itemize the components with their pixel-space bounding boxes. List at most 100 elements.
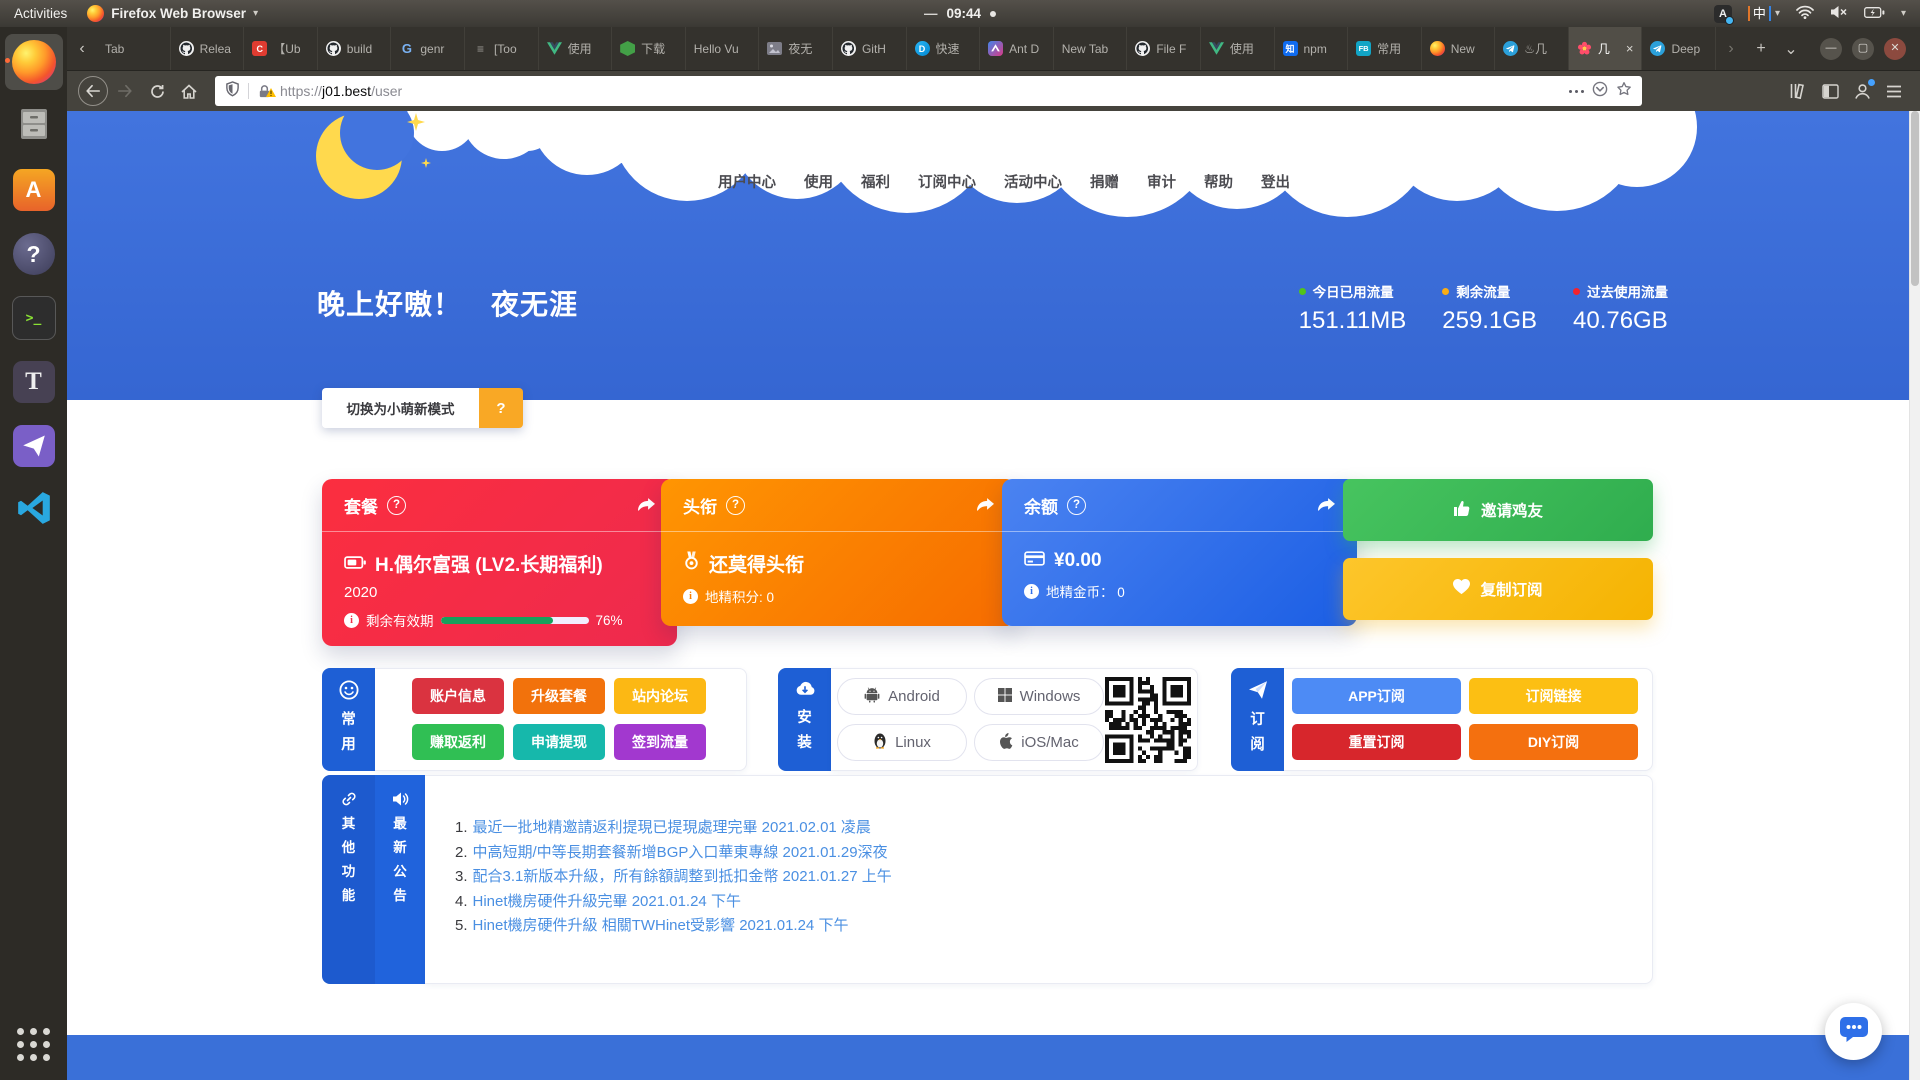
browser-tab[interactable]: build [318, 27, 392, 70]
help-icon[interactable]: ? [1067, 496, 1086, 515]
announcement-link[interactable]: Hinet機房硬件升級 相關TWHinet受影響 2021.01.24 下午 [473, 917, 849, 934]
browser-tab[interactable]: Relea [171, 27, 245, 70]
system-menu-caret[interactable]: ▾ [1901, 8, 1906, 19]
bookmark-star-icon[interactable] [1616, 81, 1632, 102]
nav-link[interactable]: 福利 [861, 171, 890, 192]
show-applications-button[interactable] [5, 1016, 63, 1072]
browser-tab[interactable]: C【Ub [244, 27, 318, 70]
app-menu[interactable]: Firefox Web Browser ▾ [87, 5, 258, 22]
browser-tab[interactable]: ♨几 [1495, 27, 1569, 70]
announcement-link[interactable]: 中高短期/中等長期套餐新增BGP入口華東專線 2021.01.29深夜 [473, 844, 888, 861]
input-method-icon[interactable]: A [1714, 5, 1732, 23]
subscribe-button[interactable]: DIY订阅 [1469, 724, 1638, 760]
browser-tab[interactable]: 知npm [1275, 27, 1349, 70]
new-tab-button[interactable]: + [1746, 27, 1776, 70]
dock-item-vscode[interactable] [5, 482, 63, 538]
common-button[interactable]: 账户信息 [412, 678, 504, 714]
nav-link[interactable]: 审计 [1147, 171, 1176, 192]
browser-tab[interactable]: GitH [833, 27, 907, 70]
tab-close-icon[interactable]: × [1626, 41, 1634, 56]
dock-item-text-editor[interactable]: T [5, 354, 63, 410]
page-scrollbar[interactable] [1909, 111, 1920, 1080]
browser-tab[interactable]: 下载 [612, 27, 686, 70]
sidebar-toggle-icon[interactable] [1814, 76, 1846, 106]
share-icon[interactable] [977, 498, 994, 513]
dock-item-help[interactable]: ? [5, 226, 63, 282]
tracking-shield-icon[interactable] [225, 81, 240, 102]
browser-tab[interactable]: File F [1127, 27, 1201, 70]
install-button-iosmac[interactable]: iOS/Mac [974, 724, 1104, 761]
browser-tab[interactable]: Ant D [980, 27, 1054, 70]
nav-link[interactable]: 使用 [804, 171, 833, 192]
subscribe-button[interactable]: 重置订阅 [1292, 724, 1461, 760]
dock-item-firefox[interactable] [5, 34, 63, 90]
pocket-icon[interactable] [1592, 81, 1608, 102]
list-tabs-button[interactable]: ⌄ [1776, 27, 1806, 70]
announcement-link[interactable]: 配合3.1新版本升級，所有餘額調整到抵扣金幣 2021.01.27 上午 [473, 868, 892, 885]
browser-tab[interactable]: New [1422, 27, 1496, 70]
scroll-tabs-left-button[interactable]: ‹ [67, 27, 97, 70]
nav-link[interactable]: 登出 [1261, 171, 1290, 192]
copy-subscription-button[interactable]: 复制订阅 [1343, 558, 1653, 620]
volume-muted-icon[interactable] [1830, 5, 1848, 22]
browser-tab[interactable]: Deep [1642, 27, 1716, 70]
subscribe-button[interactable]: 订阅链接 [1469, 678, 1638, 714]
browser-tab[interactable]: Tab [97, 27, 171, 70]
install-button-windows[interactable]: Windows [974, 678, 1104, 715]
account-icon[interactable] [1846, 76, 1878, 106]
tab-subscribe[interactable]: 订阅 [1231, 668, 1284, 771]
browser-tab[interactable]: 使用 [1201, 27, 1275, 70]
library-icon[interactable] [1782, 76, 1814, 106]
close-button[interactable]: ✕ [1884, 38, 1906, 60]
browser-tab[interactable]: ≡[Too [465, 27, 539, 70]
announcement-link[interactable]: Hinet機房硬件升級完畢 2021.01.24 下午 [473, 893, 741, 910]
menu-hamburger-icon[interactable] [1878, 76, 1910, 106]
activities-button[interactable]: Activities [14, 6, 67, 21]
nav-link[interactable]: 活动中心 [1004, 171, 1062, 192]
browser-tab[interactable]: Hello Vu [686, 27, 760, 70]
wifi-icon[interactable] [1796, 5, 1814, 22]
nav-link[interactable]: 帮助 [1204, 171, 1233, 192]
back-button[interactable] [77, 76, 109, 106]
browser-tab-active[interactable]: 几× [1569, 27, 1643, 70]
dock-item-send-app[interactable] [5, 418, 63, 474]
install-button-linux[interactable]: Linux [837, 724, 967, 761]
minimize-button[interactable]: — [1820, 38, 1842, 60]
keyboard-layout-indicator[interactable]: 中▾ [1748, 6, 1780, 21]
dock-item-files[interactable] [5, 98, 63, 154]
help-icon[interactable]: ? [726, 496, 745, 515]
dock-item-ubuntu-software[interactable]: A [5, 162, 63, 218]
reload-button[interactable] [141, 76, 173, 106]
mode-help-button[interactable]: ? [479, 388, 523, 428]
lock-warning-icon[interactable] [257, 84, 272, 99]
install-button-android[interactable]: Android [837, 678, 967, 715]
common-button[interactable]: 签到流量 [614, 724, 706, 760]
dock-item-terminal[interactable]: >_ [5, 290, 63, 346]
tab-install[interactable]: 安装 [778, 668, 831, 771]
browser-tab[interactable]: Ggenr [391, 27, 465, 70]
help-icon[interactable]: ? [387, 496, 406, 515]
battery-icon[interactable] [1864, 6, 1885, 21]
nav-link[interactable]: 捐赠 [1090, 171, 1119, 192]
browser-tab[interactable]: FB常用 [1348, 27, 1422, 70]
url-bar[interactable]: https://j01.best/user [215, 76, 1642, 106]
browser-tab[interactable]: 使用 [539, 27, 613, 70]
common-button[interactable]: 站内论坛 [614, 678, 706, 714]
share-icon[interactable] [1318, 498, 1335, 513]
browser-tab[interactable]: 夜无 [759, 27, 833, 70]
maximize-button[interactable]: ▢ [1852, 38, 1874, 60]
switch-newbie-mode-button[interactable]: 切换为小萌新模式 [322, 388, 479, 428]
home-button[interactable] [173, 76, 205, 106]
invite-friends-button[interactable]: 邀请鸡友 [1343, 479, 1653, 541]
scrollbar-thumb[interactable] [1911, 111, 1919, 286]
forward-button[interactable] [109, 76, 141, 106]
url-text[interactable]: https://j01.best/user [280, 83, 1561, 99]
common-button[interactable]: 升级套餐 [513, 678, 605, 714]
nav-link[interactable]: 订阅中心 [918, 171, 976, 192]
page-actions-icon[interactable] [1569, 90, 1584, 93]
tab-other-functions[interactable]: 其他功能 [322, 775, 375, 984]
announcement-link[interactable]: 最近一批地精邀請返利提現已提現處理完畢 2021.02.01 凌晨 [473, 819, 871, 836]
common-button[interactable]: 申请提现 [513, 724, 605, 760]
nav-link[interactable]: 用户中心 [718, 171, 776, 192]
share-icon[interactable] [638, 498, 655, 513]
